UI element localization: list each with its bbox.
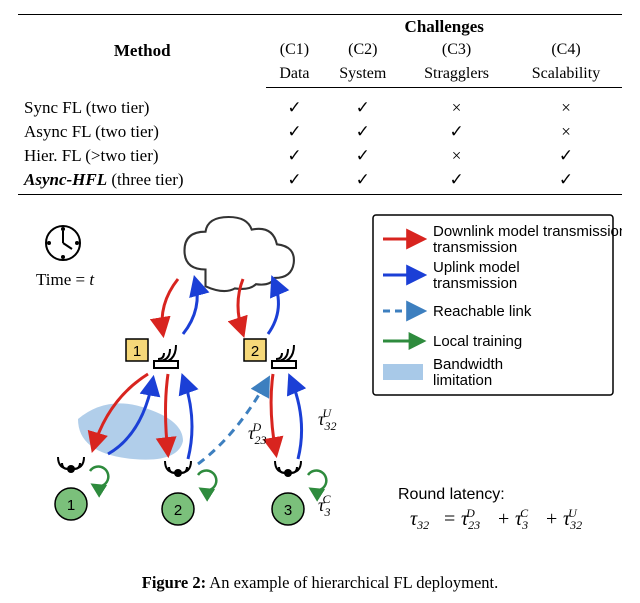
clock-icon xyxy=(46,226,80,260)
local-loop xyxy=(198,471,216,491)
table-head-method: Method xyxy=(18,15,266,88)
mark-cell: ✓ xyxy=(322,168,403,195)
mark-cell: × xyxy=(510,120,622,144)
col-name: System xyxy=(322,63,403,88)
svg-text:τ23D: τ23D xyxy=(461,506,480,532)
local-loop xyxy=(90,467,108,487)
figure-caption: Figure 2: An example of hierarchical FL … xyxy=(18,573,622,593)
device-2: 2 xyxy=(162,461,194,525)
mark-cell: ✓ xyxy=(322,120,403,144)
svg-text:2: 2 xyxy=(174,502,182,519)
col-code: (C1) xyxy=(266,39,322,63)
tau-d-label: τ23D xyxy=(248,420,266,447)
svg-text:=: = xyxy=(444,508,455,530)
legend-item-label-2: transmission xyxy=(433,239,517,256)
col-code: (C2) xyxy=(322,39,403,63)
svg-text:3: 3 xyxy=(284,502,292,519)
method-cell: Hier. FL (>two tier) xyxy=(18,144,266,168)
mark-cell: ✓ xyxy=(322,96,403,120)
downlink-arrow xyxy=(166,374,169,454)
col-name: Scalability xyxy=(510,63,622,88)
uplink-arrow xyxy=(183,377,192,459)
uplink-arrow xyxy=(183,279,197,334)
svg-text:+: + xyxy=(498,508,509,530)
device-3: 3 xyxy=(272,461,304,525)
legend-item-label: Bandwidth xyxy=(433,356,503,373)
svg-text:1: 1 xyxy=(133,343,141,360)
gateway-1: 1 xyxy=(126,339,178,368)
mark-cell: ✓ xyxy=(510,144,622,168)
svg-text:τ23D: τ23D xyxy=(248,420,266,447)
gateway-2: 2 xyxy=(244,339,296,368)
tau-u-label: τ32U xyxy=(318,406,336,433)
diagram-svg: Downlink model transmission transmission… xyxy=(18,209,622,569)
legend-bw-icon xyxy=(383,364,423,380)
caption-text: An example of hierarchical FL deployment… xyxy=(206,573,498,592)
table-head-challenges: Challenges xyxy=(266,15,622,40)
svg-text:1: 1 xyxy=(67,497,75,514)
mark-cell: × xyxy=(403,96,510,120)
mark-cell: ✓ xyxy=(403,120,510,144)
downlink-arrow xyxy=(162,279,178,334)
mark-cell: ✓ xyxy=(266,144,322,168)
col-name: Data xyxy=(266,63,322,88)
mark-cell: × xyxy=(510,96,622,120)
mark-cell: ✓ xyxy=(266,168,322,195)
method-cell: Async-HFL (three tier) xyxy=(18,168,266,195)
col-name: Stragglers xyxy=(403,63,510,88)
col-code: (C4) xyxy=(510,39,622,63)
time-label: Time = t xyxy=(36,270,95,289)
legend-item-label: Downlink model transmission xyxy=(433,223,622,240)
comparison-table: Method Challenges (C1) (C2) (C3) (C4) Da… xyxy=(18,14,622,195)
device-1: 1 xyxy=(55,457,87,520)
legend-item-label-2: transmission xyxy=(433,275,517,292)
mark-cell: × xyxy=(403,144,510,168)
round-latency-eq: τ32 = τ23D + τ3C + τ32U xyxy=(410,506,582,532)
svg-text:τ32U: τ32U xyxy=(318,406,336,433)
svg-text:τ32: τ32 xyxy=(410,508,429,532)
table-row: Hier. FL (>two tier)✓✓×✓ xyxy=(18,144,622,168)
svg-text:τ3C: τ3C xyxy=(318,492,331,519)
svg-text:τ32U: τ32U xyxy=(563,506,582,532)
caption-label: Figure 2: xyxy=(142,573,206,592)
mark-cell: ✓ xyxy=(266,96,322,120)
mark-cell: ✓ xyxy=(266,120,322,144)
mark-cell: ✓ xyxy=(403,168,510,195)
uplink-arrow xyxy=(268,279,278,334)
mark-cell: ✓ xyxy=(322,144,403,168)
legend-item-label: Reachable link xyxy=(433,303,532,320)
round-latency-title: Round latency: xyxy=(398,486,505,503)
uplink-arrow xyxy=(290,377,302,459)
tau-c-label: τ3C xyxy=(318,492,331,519)
table-row: Async FL (two tier)✓✓✓× xyxy=(18,120,622,144)
svg-text:τ3C: τ3C xyxy=(515,506,529,532)
cloud-icon xyxy=(185,217,294,291)
method-cell: Async FL (two tier) xyxy=(18,120,266,144)
legend-item-label: Local training xyxy=(433,333,522,350)
svg-text:2: 2 xyxy=(251,343,259,360)
legend-item-label-2: limitation xyxy=(433,372,492,389)
svg-text:+: + xyxy=(546,508,557,530)
legend-item-label: Uplink model xyxy=(433,259,520,276)
table-row: Sync FL (two tier)✓✓×× xyxy=(18,96,622,120)
mark-cell: ✓ xyxy=(510,168,622,195)
diagram-figure: Downlink model transmission transmission… xyxy=(18,209,622,593)
method-cell: Sync FL (two tier) xyxy=(18,96,266,120)
table-row: Async-HFL (three tier)✓✓✓✓ xyxy=(18,168,622,195)
downlink-arrow xyxy=(271,374,276,454)
col-code: (C3) xyxy=(403,39,510,63)
local-loop xyxy=(308,471,326,491)
